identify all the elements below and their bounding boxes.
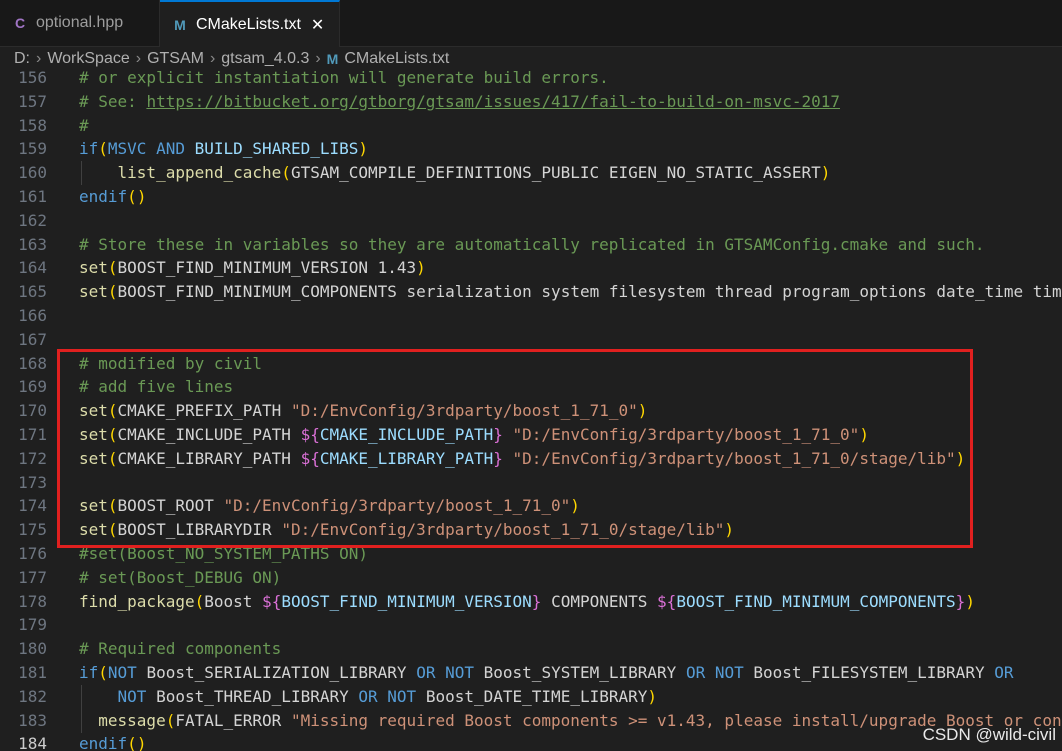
code-text: if(NOT Boost_SERIALIZATION_LIBRARY OR NO…	[79, 663, 1014, 682]
code-line[interactable]: 164 set(BOOST_FIND_MINIMUM_VERSION 1.43)	[0, 256, 1062, 280]
cmake-file-icon: M	[326, 51, 339, 67]
tab-optional-hpp[interactable]: C optional.hpp	[0, 0, 160, 46]
code-line[interactable]: 176 #set(Boost_NO_SYSTEM_PATHS ON)	[0, 542, 1062, 566]
tab-label: CMakeLists.txt	[196, 15, 301, 33]
line-number: 183	[18, 710, 47, 730]
line-number: 166	[18, 306, 47, 325]
code-line[interactable]: 177 # set(Boost_DEBUG ON)	[0, 566, 1062, 590]
code-line[interactable]: 163 # Store these in variables so they ar…	[0, 233, 1062, 257]
line-number: 168	[18, 353, 47, 373]
line-number: 176	[18, 544, 47, 563]
code-line[interactable]: 183 message(FATAL_ERROR "Missing require…	[0, 708, 1062, 733]
line-number: 184	[18, 734, 47, 751]
code-line[interactable]: 173	[0, 471, 1062, 495]
line-number: 159	[18, 139, 47, 159]
code-line[interactable]: 170 set(CMAKE_PREFIX_PATH "D:/EnvConfig/3…	[0, 399, 1062, 423]
line-number: 178	[18, 591, 47, 611]
line-number: 167	[18, 329, 47, 349]
code-text: #set(Boost_NO_SYSTEM_PATHS ON)	[79, 544, 368, 563]
code-line[interactable]: 171 set(CMAKE_INCLUDE_PATH ${CMAKE_INCLUD…	[0, 423, 1062, 447]
code-text: #	[79, 115, 89, 135]
code-text: # modified by civil	[79, 353, 263, 373]
watermark: CSDN @wild-civil	[922, 725, 1056, 744]
code-text: set(CMAKE_INCLUDE_PATH ${CMAKE_INCLUDE_P…	[79, 425, 869, 444]
code-line[interactable]: 159 if(MSVC AND BUILD_SHARED_LIBS)	[0, 137, 1062, 161]
line-number: 162	[18, 210, 47, 230]
line-number: 182	[18, 686, 47, 706]
code-line[interactable]: 179	[0, 613, 1062, 637]
line-number: 172	[18, 448, 47, 468]
code-text: NOT Boost_THREAD_LIBRARY OR NOT Boost_DA…	[117, 686, 658, 706]
line-number: 160	[18, 163, 47, 183]
cpp-file-icon: C	[14, 15, 26, 31]
code-line[interactable]: 158 #	[0, 114, 1062, 138]
code-text: list_append_cache(GTSAM_COMPILE_DEFINITI…	[117, 163, 831, 183]
line-number: 161	[18, 187, 47, 206]
tab-cmakelists[interactable]: M CMakeLists.txt ✕	[160, 0, 340, 47]
line-number: 171	[18, 425, 47, 444]
line-number: 164	[18, 258, 47, 278]
code-line[interactable]: 156 # or explicit instantiation will gene…	[0, 66, 1062, 90]
code-line[interactable]: 174 set(BOOST_ROOT "D:/EnvConfig/3rdparty…	[0, 494, 1062, 518]
line-number: 157	[18, 91, 47, 111]
code-line[interactable]: 175 set(BOOST_LIBRARYDIR "D:/EnvConfig/3r…	[0, 518, 1062, 542]
code-text: find_package(Boost ${BOOST_FIND_MINIMUM_…	[79, 591, 975, 611]
line-number: 156	[18, 68, 47, 87]
code-text: set(CMAKE_LIBRARY_PATH ${CMAKE_LIBRARY_P…	[79, 448, 966, 468]
line-number: 177	[18, 567, 47, 587]
close-icon[interactable]: ✕	[311, 15, 324, 35]
code-line[interactable]: 162	[0, 209, 1062, 233]
code-line[interactable]: 172 set(CMAKE_LIBRARY_PATH ${CMAKE_LIBRAR…	[0, 447, 1062, 471]
tab-bar: C optional.hpp M CMakeLists.txt ✕	[0, 0, 1062, 47]
line-number: 174	[18, 496, 47, 516]
code-text: set(BOOST_LIBRARYDIR "D:/EnvConfig/3rdpa…	[79, 520, 735, 540]
code-text: # set(Boost_DEBUG ON)	[79, 567, 282, 587]
code-line[interactable]: 166	[0, 304, 1062, 328]
line-number: 180	[18, 639, 47, 659]
code-line[interactable]: 180 # Required components	[0, 637, 1062, 661]
code-text: set(BOOST_FIND_MINIMUM_VERSION 1.43)	[79, 258, 426, 278]
line-number: 179	[18, 615, 47, 635]
code-line[interactable]: 161 endif()	[0, 185, 1062, 209]
code-line[interactable]: 165 set(BOOST_FIND_MINIMUM_COMPONENTS ser…	[0, 280, 1062, 304]
code-text: endif()	[79, 187, 147, 206]
code-text: if(MSVC AND BUILD_SHARED_LIBS)	[79, 139, 369, 159]
code-text: # or explicit instantiation will generat…	[79, 68, 609, 87]
code-text: # Store these in variables so they are a…	[79, 234, 985, 254]
code-line[interactable]: 178 find_package(Boost ${BOOST_FIND_MINIM…	[0, 590, 1062, 614]
code-line[interactable]: 182 NOT Boost_THREAD_LIBRARY OR NOT Boos…	[0, 684, 1062, 709]
line-number: 165	[18, 282, 47, 302]
code-text: message(FATAL_ERROR "Missing required Bo…	[98, 710, 1062, 730]
line-number: 173	[18, 472, 47, 492]
cmake-file-icon: M	[174, 16, 186, 33]
line-number: 158	[18, 115, 47, 135]
line-number: 163	[18, 234, 47, 254]
code-line[interactable]: 169 # add five lines	[0, 375, 1062, 399]
code-line[interactable]: 168 # modified by civil	[0, 352, 1062, 376]
code-line[interactable]: 167	[0, 328, 1062, 352]
line-number: 181	[18, 663, 47, 682]
code-text: set(CMAKE_PREFIX_PATH "D:/EnvConfig/3rdp…	[79, 401, 648, 421]
code-text: # add five lines	[79, 377, 234, 397]
tab-label: optional.hpp	[36, 14, 124, 31]
code-editor[interactable]: 156 # or explicit instantiation will gene…	[0, 66, 1062, 751]
code-text: set(BOOST_FIND_MINIMUM_COMPONENTS serial…	[79, 282, 1062, 302]
code-text: endif()	[79, 734, 147, 751]
code-line[interactable]: 184 endif()	[0, 732, 1062, 751]
code-text: # Required components	[79, 639, 282, 659]
code-line[interactable]: 181 if(NOT Boost_SERIALIZATION_LIBRARY OR…	[0, 661, 1062, 685]
line-number: 169	[18, 377, 47, 397]
code-line[interactable]: 157 # See: https://bitbucket.org/gtborg/g…	[0, 90, 1062, 114]
line-number: 175	[18, 520, 47, 540]
code-text: set(BOOST_ROOT "D:/EnvConfig/3rdparty/bo…	[79, 496, 580, 516]
code-line[interactable]: 160 list_append_cache(GTSAM_COMPILE_DEFI…	[0, 161, 1062, 186]
code-text: # See: https://bitbucket.org/gtborg/gtsa…	[79, 91, 840, 111]
line-number: 170	[18, 401, 47, 421]
